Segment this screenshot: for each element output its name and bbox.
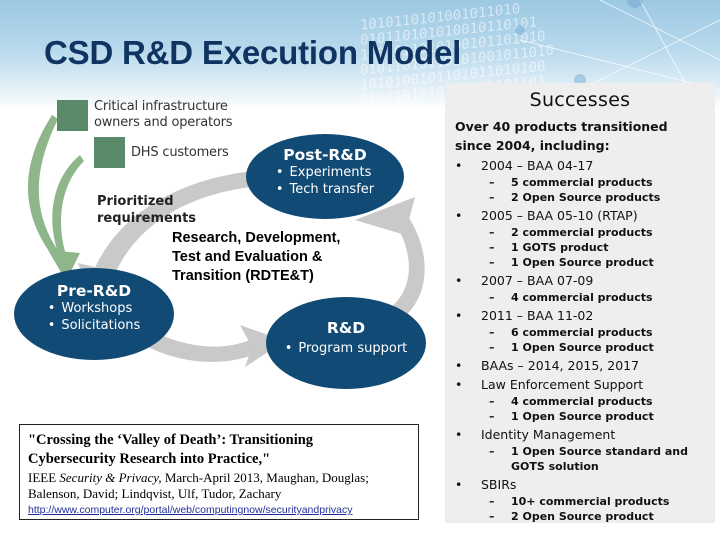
success-item-label: BAAs – 2014, 2015, 2017 <box>481 358 640 373</box>
stage-rd: R&D Program support <box>266 297 426 389</box>
success-sub-item: 2 commercial products <box>485 225 705 240</box>
stage-bullet: Experiments <box>276 164 374 181</box>
success-sub-item: 1 Open Source product <box>485 255 705 270</box>
success-sub-item: 5 commercial products <box>485 175 705 190</box>
reference-details-line: March-April 2013, Maughan, Douglas; <box>161 470 369 485</box>
stage-bullet: Solicitations <box>48 317 140 334</box>
slide-title: CSD R&D Execution Model <box>44 34 462 71</box>
success-sub-item: 1 Open Source product <box>485 409 705 424</box>
reference-authors-line: Balenson, David; Lindqvist, Ulf, Tudor, … <box>28 486 282 501</box>
reference-publisher: IEEE <box>28 470 60 485</box>
success-item-label: Identity Management <box>481 427 616 442</box>
legend-label-line: owners and operators <box>94 115 233 130</box>
success-sub-item: 6 commercial products <box>485 325 705 340</box>
success-sub-list: 10+ commercial products2 Open Source pro… <box>481 494 705 524</box>
execution-model-diagram: Critical infrastructure owners and opera… <box>0 85 445 415</box>
rdtet-line: Transition (RDTE&T) <box>172 268 314 284</box>
success-sub-item: 10+ commercial products <box>485 494 705 509</box>
success-sub-item: 2 Open Source products <box>485 190 705 205</box>
successes-intro: Over 40 products transitioned since 2004… <box>455 119 668 153</box>
legend-label-infrastructure: Critical infrastructure owners and opera… <box>94 99 233 131</box>
prioritized-requirements-label: Prioritized requirements <box>97 193 196 227</box>
success-sub-list: 6 commercial products1 Open Source produ… <box>481 325 705 355</box>
success-sub-item: 1 Open Source standard and GOTS solution <box>485 444 705 474</box>
success-sub-list: 1 Open Source standard and GOTS solution <box>481 444 705 474</box>
stage-post-rd: Post-R&D Experiments Tech transfer <box>246 134 404 219</box>
prioritized-line: requirements <box>97 211 197 226</box>
success-item-label: 2007 – BAA 07-09 <box>481 273 594 288</box>
successes-heading: Successes <box>529 89 631 111</box>
legend-label-line: Critical infrastructure <box>94 99 228 114</box>
success-item-label: Law Enforcement Support <box>481 377 644 392</box>
reference-title-line: "Crossing the ‘Valley of Death’: Transit… <box>28 432 314 448</box>
stage-pre-rd: Pre-R&D Workshops Solicitations <box>14 268 174 360</box>
legend-label-dhs: DHS customers <box>131 145 229 160</box>
legend-square-dhs <box>94 137 125 168</box>
rdtet-label: Research, Development, Test and Evaluati… <box>172 229 340 286</box>
rdtet-line: Research, Development, <box>172 230 341 246</box>
stage-bullets: Experiments Tech transfer <box>276 164 375 198</box>
successes-list: 2004 – BAA 04-175 commercial products2 O… <box>455 157 705 524</box>
stage-title: Post-R&D <box>283 146 367 164</box>
reference-title: "Crossing the ‘Valley of Death’: Transit… <box>28 431 410 469</box>
success-item: Law Enforcement Support 4 commercial prod… <box>455 376 705 424</box>
success-item: 2011 – BAA 11-02 6 commercial products1 O… <box>455 307 705 355</box>
success-item: BAAs – 2014, 2015, 2017 <box>455 357 705 374</box>
reference-citation-box: "Crossing the ‘Valley of Death’: Transit… <box>19 424 419 520</box>
stage-bullets: Workshops Solicitations <box>48 300 141 334</box>
success-item: 2005 – BAA 05-10 (RTAP) 2 commercial prod… <box>455 207 705 270</box>
reference-journal: Security & Privacy, <box>59 470 162 485</box>
success-sub-item: 4 commercial products <box>485 290 705 305</box>
success-sub-item: 2 Open Source product <box>485 509 705 524</box>
success-item: 2004 – BAA 04-17 5 commercial products2 O… <box>455 157 705 205</box>
stage-bullets: Program support <box>285 340 407 357</box>
success-sub-list: 2 commercial products1 GOTS product1 Ope… <box>481 225 705 270</box>
stage-bullet: Workshops <box>48 300 141 317</box>
successes-panel: Successes Over 40 products transitioned … <box>445 83 715 524</box>
success-item: SBIRs 10+ commercial products2 Open Sourc… <box>455 476 705 524</box>
success-item-label: SBIRs <box>481 477 517 492</box>
success-sub-item: 4 commercial products <box>485 394 705 409</box>
success-item: Identity Management 1 Open Source standar… <box>455 426 705 474</box>
legend-square-infrastructure <box>57 100 88 131</box>
reference-title-line: Cybersecurity Research into Practice," <box>28 451 271 467</box>
stage-bullet: Tech transfer <box>276 181 375 198</box>
success-sub-list: 4 commercial products1 Open Source produ… <box>481 394 705 424</box>
success-item: 2007 – BAA 07-09 4 commercial products <box>455 272 705 305</box>
stage-bullet: Program support <box>285 340 407 357</box>
success-item-label: 2005 – BAA 05-10 (RTAP) <box>481 208 638 223</box>
success-item-label: 2004 – BAA 04-17 <box>481 158 594 173</box>
stage-title: R&D <box>326 319 366 337</box>
rdtet-line: Test and Evaluation & <box>172 249 323 265</box>
stage-title: Pre-R&D <box>56 282 132 300</box>
success-sub-list: 5 commercial products2 Open Source produ… <box>481 175 705 205</box>
success-item-label: 2011 – BAA 11-02 <box>481 308 594 323</box>
success-sub-item: 1 Open Source product <box>485 340 705 355</box>
green-arrow-dhs <box>52 155 84 263</box>
prioritized-line: Prioritized <box>97 194 174 209</box>
reference-details: IEEE Security & Privacy, March-April 201… <box>28 470 410 502</box>
reference-link[interactable]: http://www.computer.org/portal/web/compu… <box>28 504 410 516</box>
success-sub-item: 1 GOTS product <box>485 240 705 255</box>
success-sub-list: 4 commercial products <box>481 290 705 305</box>
